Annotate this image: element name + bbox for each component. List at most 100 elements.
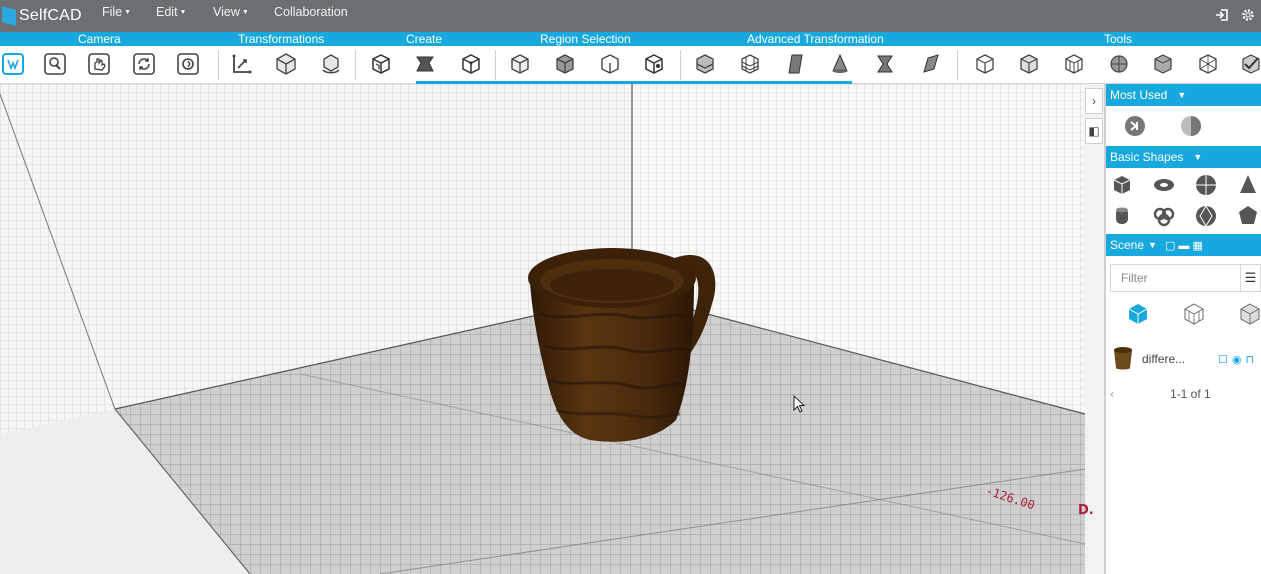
caret-down-icon: ▼ <box>124 8 132 16</box>
scene-label: Scene <box>1110 238 1145 252</box>
basic-shapes-row-2 <box>1106 200 1261 232</box>
camera-zoom-icon[interactable] <box>42 51 68 77</box>
select-vertex-icon[interactable] <box>641 51 667 77</box>
category-transformations: Transformations <box>238 32 325 46</box>
main-toolbar <box>0 46 1261 84</box>
right-panel: Most Used ▼ Basic Shapes ▼ Scene ▼ ▢ ▬ ▦… <box>1104 84 1261 574</box>
camera-orbit-icon[interactable] <box>175 51 201 77</box>
scene-object-row[interactable]: differe... ☐ ◉ ⊓ <box>1106 342 1261 376</box>
menubar: SelfCAD File ▼ Edit ▼ View ▼ Collaboration <box>0 0 1261 32</box>
app-logo[interactable]: SelfCAD <box>2 6 94 26</box>
caret-down-icon: ▼ <box>179 8 187 16</box>
scene-groups-cube-icon[interactable] <box>1182 301 1206 327</box>
scale-tool-icon[interactable] <box>273 51 299 77</box>
pager-prev-icon[interactable]: ‹ <box>1110 387 1170 401</box>
menu-view[interactable]: View ▼ <box>213 5 249 19</box>
settings-gear-icon[interactable] <box>1235 8 1261 25</box>
scene-sketches-cube-icon[interactable] <box>1238 301 1261 327</box>
object-lock-icon[interactable]: ⊓ <box>1245 353 1254 366</box>
select-box-icon[interactable] <box>507 51 533 77</box>
taper-icon[interactable] <box>783 51 809 77</box>
sphere-shape-icon[interactable] <box>1194 172 1218 198</box>
move-tool-icon[interactable] <box>229 51 255 77</box>
tool-wire-cube-icon[interactable] <box>1195 51 1221 77</box>
caret-down-icon: ▼ <box>241 8 249 16</box>
basic-shapes-row-1 <box>1106 170 1261 200</box>
knot-shape-icon[interactable] <box>1152 203 1176 229</box>
caret-down-icon: ▼ <box>1193 152 1203 162</box>
caret-down-icon: ▼ <box>1177 90 1187 100</box>
scene-objects-cube-icon[interactable] <box>1126 301 1150 327</box>
menu-view-label: View <box>213 5 240 19</box>
basic-shapes-label: Basic Shapes <box>1110 150 1184 164</box>
most-used-row <box>1106 106 1261 146</box>
toolbar-separator <box>355 50 356 80</box>
collapse-panel-chevron-icon[interactable]: › <box>1085 88 1103 114</box>
app-name: SelfCAD <box>19 7 82 24</box>
tool-check-cube-icon[interactable] <box>1238 51 1261 77</box>
camera-home-view-icon[interactable] <box>0 51 26 77</box>
3d-viewport[interactable]: -126.00 D. <box>0 84 1104 574</box>
menu-edit[interactable]: Edit ▼ <box>156 5 186 19</box>
object-actions: ☐ ◉ ⊓ <box>1218 353 1254 366</box>
rotate-tool-icon[interactable] <box>318 51 344 77</box>
most-used-header[interactable]: Most Used ▼ <box>1106 84 1261 106</box>
category-advanced-transformation: Advanced Transformation <box>747 32 884 46</box>
menu-collaboration[interactable]: Collaboration <box>274 5 348 19</box>
tool-solid-box-icon[interactable] <box>1016 51 1042 77</box>
toolbar-separator <box>218 50 219 80</box>
cone-deform-icon[interactable] <box>827 51 853 77</box>
twist-icon[interactable] <box>872 51 898 77</box>
filter-menu-icon[interactable]: ☰ <box>1240 265 1260 291</box>
subdivide-icon[interactable] <box>692 51 718 77</box>
scene-view-toggle-icon[interactable]: ▢ ▬ ▦ <box>1165 239 1203 252</box>
recent-tool-icon[interactable] <box>1122 113 1148 139</box>
category-region-selection: Region Selection <box>540 32 631 46</box>
pager-label: 1-1 of 1 <box>1170 387 1211 401</box>
tool-box-outline-icon[interactable] <box>972 51 998 77</box>
selfcad-logo-icon <box>2 6 16 26</box>
toolbar-separator <box>495 50 496 80</box>
most-used-label: Most Used <box>1110 88 1168 102</box>
toolbar-separator <box>957 50 958 80</box>
recent-shape-icon[interactable] <box>1178 113 1204 139</box>
mesh-grid-icon[interactable] <box>737 51 763 77</box>
camera-pan-icon[interactable] <box>86 51 112 77</box>
object-name: differe... <box>1142 352 1186 366</box>
bend-icon[interactable] <box>917 51 943 77</box>
object-visibility-eye-icon[interactable]: ◉ <box>1232 353 1242 366</box>
create-extrude-icon[interactable] <box>412 51 438 77</box>
axis-letter-label: D. <box>1078 503 1094 518</box>
torus-shape-icon[interactable] <box>1152 172 1176 198</box>
object-thumbnail <box>1114 347 1132 370</box>
menu-file[interactable]: File ▼ <box>102 5 131 19</box>
basic-shapes-header[interactable]: Basic Shapes ▼ <box>1106 146 1261 168</box>
cylinder-shape-icon[interactable] <box>1110 203 1134 229</box>
filter-placeholder: Filter <box>1121 271 1148 285</box>
select-face-icon[interactable] <box>552 51 578 77</box>
panel-side-tabs: › ◧ <box>1085 88 1103 148</box>
create-box-icon[interactable] <box>368 51 394 77</box>
panel-toggle-icon[interactable]: ◧ <box>1085 118 1103 144</box>
cube-shape-icon[interactable] <box>1110 172 1134 198</box>
menu-file-label: File <box>102 5 123 19</box>
camera-rotate-icon[interactable] <box>131 51 157 77</box>
polyhedron-shape-icon[interactable] <box>1236 203 1260 229</box>
tool-hex-icon[interactable] <box>1150 51 1176 77</box>
cone-shape-icon[interactable] <box>1236 172 1260 198</box>
scene-header[interactable]: Scene ▼ ▢ ▬ ▦ <box>1106 234 1261 256</box>
sign-in-icon[interactable] <box>1209 8 1235 25</box>
toolbar-separator <box>680 50 681 80</box>
scene-filter-input[interactable]: Filter ☰ <box>1110 264 1261 292</box>
toolbar-categories: Camera Transformations Create Region Sel… <box>0 32 1261 46</box>
scene-type-row <box>1106 292 1261 336</box>
object-select-checkbox-icon[interactable]: ☐ <box>1218 353 1228 366</box>
category-create: Create <box>406 32 443 46</box>
select-edge-icon[interactable] <box>597 51 623 77</box>
geosphere-shape-icon[interactable] <box>1194 203 1218 229</box>
scene-pager: ‹ 1-1 of 1 <box>1106 382 1261 406</box>
tool-grid-box-icon[interactable] <box>1061 51 1087 77</box>
create-cube-icon[interactable] <box>458 51 484 77</box>
category-tools: Tools <box>1104 32 1133 46</box>
tool-sphere-icon[interactable] <box>1106 51 1132 77</box>
